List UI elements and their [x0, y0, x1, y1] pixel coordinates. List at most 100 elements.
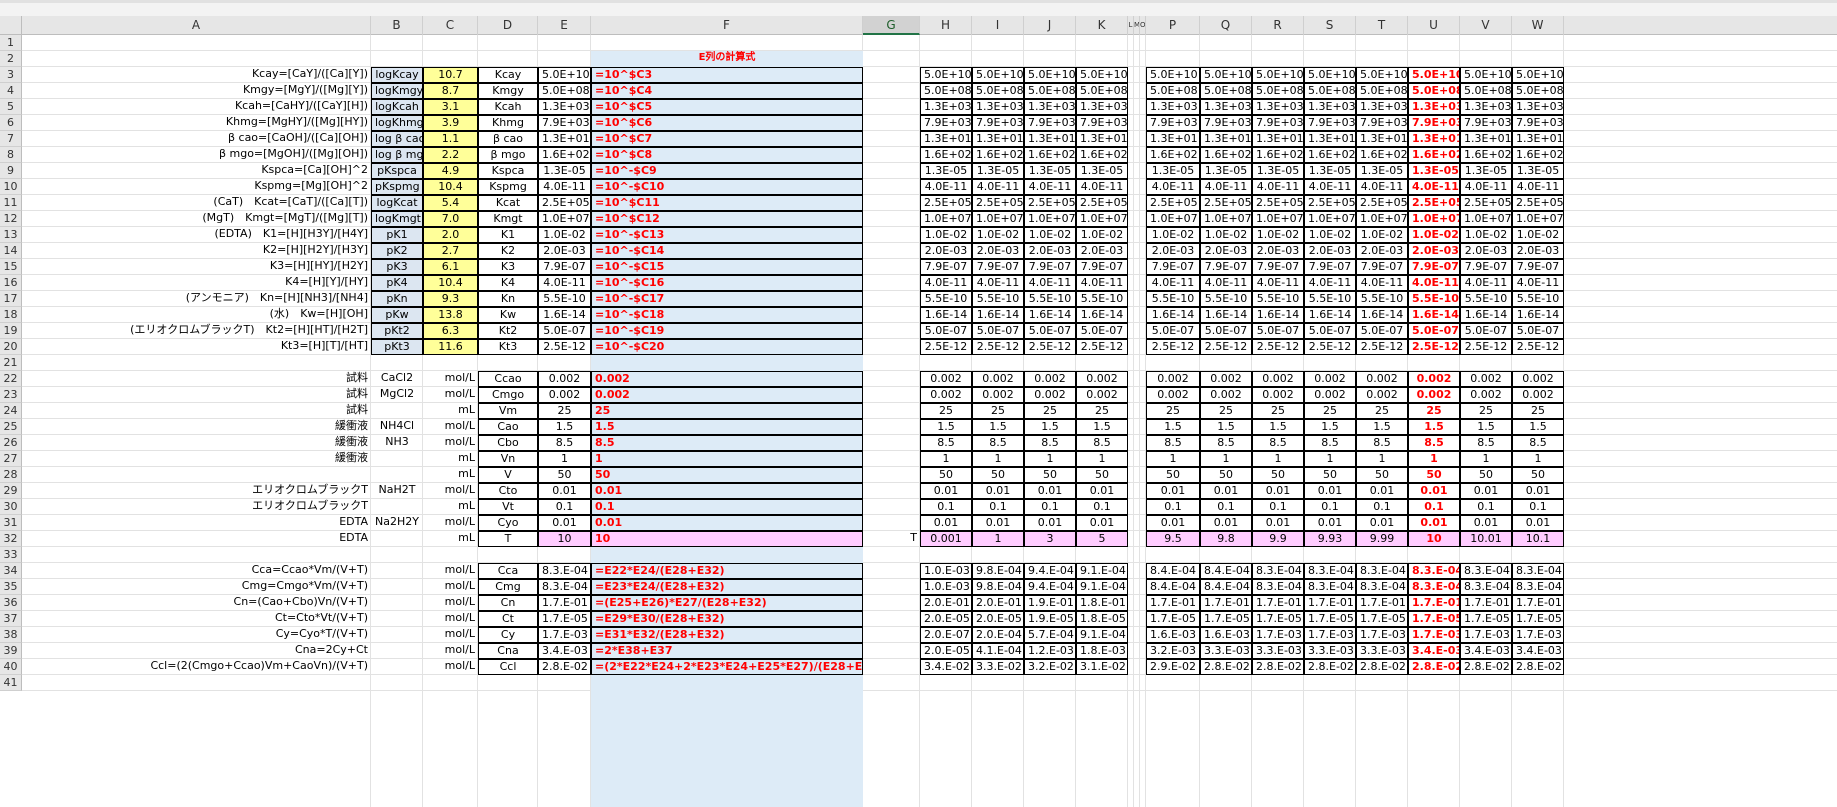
param-value[interactable]: 1.0E-02: [538, 227, 591, 243]
row-header-7[interactable]: 7: [0, 131, 22, 147]
column-header-t[interactable]: T: [1356, 16, 1408, 35]
param-formula[interactable]: =10^$C7: [591, 131, 863, 147]
input-series-value[interactable]: 0.002: [1304, 387, 1356, 403]
calc-series-value[interactable]: 2.9.E-02: [1146, 659, 1200, 675]
input-series-value[interactable]: 0.01: [972, 483, 1024, 499]
input-series-value[interactable]: 0.01: [1460, 515, 1512, 531]
param-description[interactable]: (EDTA) K1=[H][H3Y]/[H4Y]: [22, 227, 371, 243]
input-series-value[interactable]: 0.1: [1356, 499, 1408, 515]
param-series-value[interactable]: 1.3E-05: [1356, 163, 1408, 179]
calc-series-value[interactable]: 1.7.E-01: [1200, 595, 1252, 611]
param-description[interactable]: K3=[H][HY]/[H2Y]: [22, 259, 371, 275]
input-series-value[interactable]: 9.99: [1356, 531, 1408, 547]
input-series-value[interactable]: 25: [1076, 403, 1128, 419]
param-series-value[interactable]: 4.0E-11: [1146, 275, 1200, 291]
param-series-value[interactable]: 1.3E-05: [1024, 163, 1076, 179]
input-series-value[interactable]: 0.01: [1076, 515, 1128, 531]
param-series-value[interactable]: 7.9E+03: [1146, 115, 1200, 131]
param-series-value[interactable]: 1.0E+07: [1146, 211, 1200, 227]
param-series-value[interactable]: 4.0E-11: [1200, 179, 1252, 195]
param-series-value[interactable]: 5.0E+08: [1460, 83, 1512, 99]
column-header-u[interactable]: U: [1408, 16, 1460, 35]
param-series-value[interactable]: 5.0E+10: [920, 67, 972, 83]
row-header-40[interactable]: 40: [0, 659, 22, 675]
param-series-value[interactable]: 1.3E+01: [1408, 131, 1460, 147]
param-series-value[interactable]: 1.3E-05: [920, 163, 972, 179]
param-series-value[interactable]: 1.0E-02: [920, 227, 972, 243]
input-reagent[interactable]: [371, 531, 423, 547]
row-header-18[interactable]: 18: [0, 307, 22, 323]
row-header-6[interactable]: 6: [0, 115, 22, 131]
input-series-value[interactable]: 0.01: [920, 483, 972, 499]
calc-unit[interactable]: mol/L: [423, 611, 478, 627]
input-unit[interactable]: mL: [423, 499, 478, 515]
param-description[interactable]: K2=[H][H2Y]/[H3Y]: [22, 243, 371, 259]
input-series-value[interactable]: 50: [920, 467, 972, 483]
input-series-value[interactable]: 25: [1460, 403, 1512, 419]
param-log-value[interactable]: 5.4: [423, 195, 478, 211]
param-series-value[interactable]: 2.5E-12: [1460, 339, 1512, 355]
param-series-value[interactable]: 5.5E-10: [972, 291, 1024, 307]
param-description[interactable]: Kt3=[H][T]/[HT]: [22, 339, 371, 355]
param-formula[interactable]: =10^$C4: [591, 83, 863, 99]
input-category[interactable]: [22, 467, 371, 483]
param-series-value[interactable]: 5.0E-07: [920, 323, 972, 339]
input-series-value[interactable]: 50: [1408, 467, 1460, 483]
calc-description[interactable]: Cna=2Cy+Ct: [22, 643, 371, 659]
param-series-value[interactable]: 1.6E+02: [920, 147, 972, 163]
input-series-value[interactable]: 0.01: [1408, 515, 1460, 531]
input-series-value[interactable]: 1.5: [1146, 419, 1200, 435]
param-series-value[interactable]: 2.0E-03: [1460, 243, 1512, 259]
param-formula[interactable]: =10^$C3: [591, 67, 863, 83]
param-log-value[interactable]: 2.7: [423, 243, 478, 259]
param-series-value[interactable]: 1.0E-02: [1146, 227, 1200, 243]
calc-series-value[interactable]: 3.4.E-02: [920, 659, 972, 675]
param-log-name[interactable]: pK3: [371, 259, 423, 275]
row-header-14[interactable]: 14: [0, 243, 22, 259]
param-series-value[interactable]: 4.0E-11: [1408, 275, 1460, 291]
input-formula[interactable]: 0.01: [591, 515, 863, 531]
input-symbol[interactable]: Vm: [478, 403, 538, 419]
input-series-value[interactable]: 1.5: [1024, 419, 1076, 435]
calc-series-value[interactable]: 2.8.E-02: [1356, 659, 1408, 675]
input-series-value[interactable]: 1: [1076, 451, 1128, 467]
param-log-value[interactable]: 1.1: [423, 131, 478, 147]
row-header-17[interactable]: 17: [0, 291, 22, 307]
input-series-value[interactable]: 0.1: [1024, 499, 1076, 515]
input-series-value[interactable]: 0.01: [1146, 515, 1200, 531]
calc-series-value[interactable]: 9.1.E-04: [1076, 579, 1128, 595]
input-series-value[interactable]: 1.5: [920, 419, 972, 435]
input-formula[interactable]: 0.01: [591, 483, 863, 499]
param-series-value[interactable]: 1.0E+07: [1076, 211, 1128, 227]
param-log-name[interactable]: pKt2: [371, 323, 423, 339]
param-value[interactable]: 4.0E-11: [538, 275, 591, 291]
calc-series-value[interactable]: 3.2.E-02: [1024, 659, 1076, 675]
input-value[interactable]: 0.1: [538, 499, 591, 515]
param-series-value[interactable]: 5.0E+10: [1076, 67, 1128, 83]
calc-series-value[interactable]: 3.2.E-03: [1146, 643, 1200, 659]
calc-series-value[interactable]: 2.8.E-02: [1252, 659, 1304, 675]
input-series-value[interactable]: 0.002: [1356, 371, 1408, 387]
input-value[interactable]: 1: [538, 451, 591, 467]
param-series-value[interactable]: 1.0E+07: [1512, 211, 1564, 227]
param-series-value[interactable]: 5.5E-10: [1356, 291, 1408, 307]
calc-series-value[interactable]: 3.3.E-03: [1304, 643, 1356, 659]
param-formula[interactable]: =10^$C5: [591, 99, 863, 115]
input-series-value[interactable]: 8.5: [1252, 435, 1304, 451]
input-category[interactable]: 試料: [22, 371, 371, 387]
param-series-value[interactable]: 1.6E-14: [1304, 307, 1356, 323]
calc-series-value[interactable]: 1.7.E-01: [1146, 595, 1200, 611]
param-series-value[interactable]: 4.0E-11: [1304, 179, 1356, 195]
input-series-value[interactable]: 1: [1200, 451, 1252, 467]
input-series-value[interactable]: 9.9: [1252, 531, 1304, 547]
calc-series-value[interactable]: 2.8.E-02: [1200, 659, 1252, 675]
calc-series-value[interactable]: 1.7.E-05: [1252, 611, 1304, 627]
param-log-value[interactable]: 7.0: [423, 211, 478, 227]
input-category[interactable]: EDTA: [22, 531, 371, 547]
input-formula[interactable]: 0.002: [591, 387, 863, 403]
param-series-value[interactable]: 1.3E-05: [1408, 163, 1460, 179]
param-series-value[interactable]: 2.5E-12: [1408, 339, 1460, 355]
param-formula[interactable]: =10^$C8: [591, 147, 863, 163]
calc-value[interactable]: 8.3.E-04: [538, 563, 591, 579]
input-series-value[interactable]: 50: [1024, 467, 1076, 483]
